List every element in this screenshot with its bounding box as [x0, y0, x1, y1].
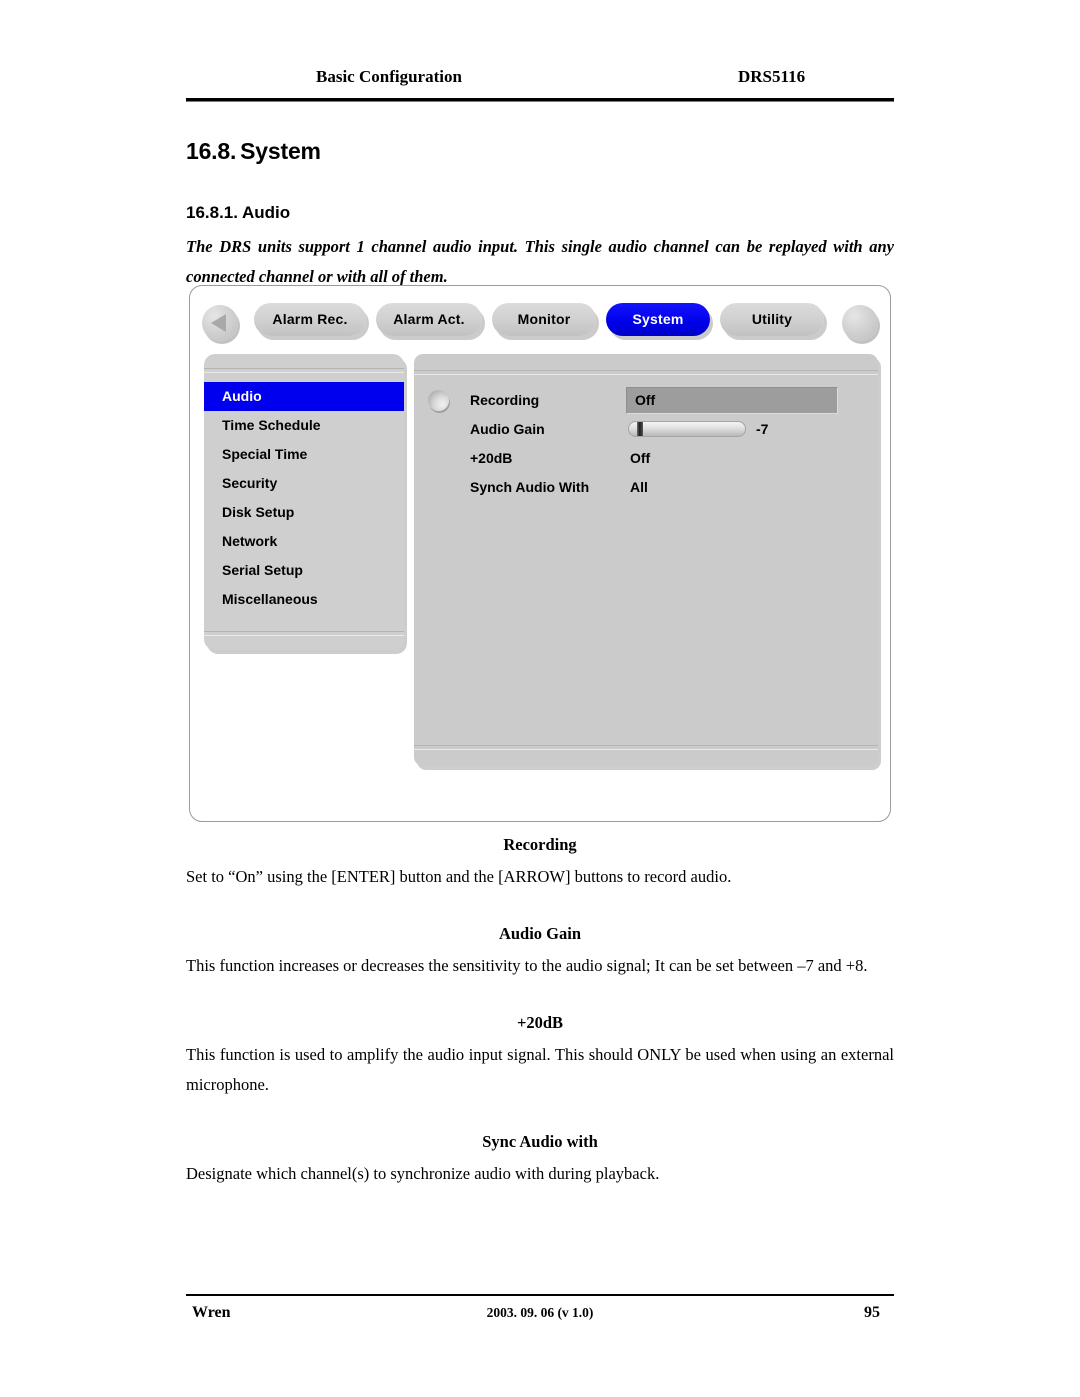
setting-row-recording[interactable]: Recording Off: [470, 386, 870, 415]
menu-item-audio[interactable]: Audio: [204, 382, 404, 411]
menu-item-security[interactable]: Security: [204, 469, 404, 498]
plus20db-label: +20dB: [470, 450, 513, 466]
tab-utility[interactable]: Utility: [720, 303, 824, 336]
setting-row-audio-gain[interactable]: Audio Gain -7: [470, 415, 870, 444]
footer-date: 2003. 09. 06 (v 1.0): [486, 1305, 594, 1320]
menu-item-time-schedule[interactable]: Time Schedule: [204, 411, 404, 440]
footer-page-number: 95: [864, 1304, 880, 1321]
section-block-audio-gain: Audio Gain This function increases or de…: [186, 921, 894, 981]
menu-item-disk-setup[interactable]: Disk Setup: [204, 498, 404, 527]
recording-label: Recording: [470, 392, 540, 408]
settings-menu-panel: Audio Time Schedule Special Time Securit…: [204, 354, 404, 650]
panel-bottom-divider: [414, 745, 878, 750]
subsection-heading: 16.8.1. Audio: [186, 203, 290, 223]
running-head-right: DRS5116: [738, 67, 806, 86]
header-divider: [186, 98, 894, 102]
section-heading-recording: Recording: [503, 835, 577, 854]
menu-item-network[interactable]: Network: [204, 527, 404, 556]
audio-gain-label: Audio Gain: [470, 421, 545, 437]
setting-row-plus20db[interactable]: +20dB Off: [470, 444, 870, 473]
menu-item-serial-setup[interactable]: Serial Setup: [204, 556, 404, 585]
section-block-recording: Recording Set to “On” using the [ENTER] …: [186, 832, 894, 892]
audio-gain-slider[interactable]: [628, 421, 746, 437]
section-block-plus20db: +20dB This function is used to amplify t…: [186, 1010, 894, 1100]
plus20db-value[interactable]: Off: [630, 444, 650, 473]
panel-top-divider: [414, 370, 878, 375]
triangle-left-icon: [211, 314, 226, 332]
next-page-button[interactable]: [842, 305, 878, 341]
previous-page-button[interactable]: [202, 305, 238, 341]
audio-settings-panel: Recording Off Audio Gain -7 +20dB Off Sy…: [414, 354, 878, 766]
recording-value-highlight[interactable]: Off: [626, 387, 838, 414]
device-ui-screenshot: Alarm Rec. Alarm Act. Monitor System Uti…: [189, 285, 891, 822]
synch-audio-with-value[interactable]: All: [630, 473, 648, 502]
menu-item-special-time[interactable]: Special Time: [204, 440, 404, 469]
audio-gain-value: -7: [756, 421, 769, 437]
subsection-intro: The DRS units support 1 channel audio in…: [186, 237, 894, 286]
section-text-sync-audio-with: Designate which channel(s) to synchroniz…: [186, 1164, 660, 1183]
document-page: Basic Configuration DRS5116 16.8. System …: [0, 0, 1080, 1397]
slider-thumb[interactable]: [637, 422, 643, 436]
page-footer: 2003. 09. 06 (v 1.0) Wren 95: [186, 1300, 894, 1326]
section-text-plus20db: This function is used to amplify the aud…: [186, 1045, 894, 1094]
running-head-left: Basic Configuration: [316, 67, 462, 86]
footer-company: Wren: [192, 1304, 231, 1321]
setting-row-synch-audio-with[interactable]: Synch Audio With All: [470, 473, 870, 502]
section-title: System: [240, 138, 321, 164]
section-heading-audio-gain: Audio Gain: [498, 924, 582, 943]
section-heading-plus20db: +20dB: [516, 1013, 564, 1032]
tab-bar: Alarm Rec. Alarm Act. Monitor System Uti…: [202, 303, 878, 345]
footer-divider: [186, 1294, 894, 1296]
menu-top-divider: [204, 368, 404, 373]
subsection-number: 16.8.1.: [186, 203, 238, 222]
tab-alarm-act[interactable]: Alarm Act.: [376, 303, 482, 336]
menu-item-miscellaneous[interactable]: Miscellaneous: [204, 585, 404, 614]
tab-alarm-rec[interactable]: Alarm Rec.: [254, 303, 366, 336]
page-title: 16.8. System: [186, 138, 321, 165]
subsection-title: Audio: [242, 203, 291, 222]
tab-monitor[interactable]: Monitor: [492, 303, 596, 336]
menu-bottom-divider: [204, 631, 404, 636]
tab-system[interactable]: System: [606, 303, 710, 336]
selection-cursor-icon: [428, 390, 449, 411]
section-number: 16.8.: [186, 138, 237, 164]
settings-menu: Audio Time Schedule Special Time Securit…: [204, 382, 404, 614]
section-text-recording: Set to “On” using the [ENTER] button and…: [186, 867, 732, 886]
section-text-audio-gain: This function increases or decreases the…: [186, 956, 868, 975]
section-block-sync-audio-with: Sync Audio with Designate which channel(…: [186, 1129, 894, 1189]
section-heading-sync-audio-with: Sync Audio with: [482, 1132, 598, 1151]
recording-value: Off: [635, 392, 656, 408]
running-head: Basic Configuration DRS5116: [186, 64, 894, 90]
synch-audio-with-label: Synch Audio With: [470, 479, 590, 495]
